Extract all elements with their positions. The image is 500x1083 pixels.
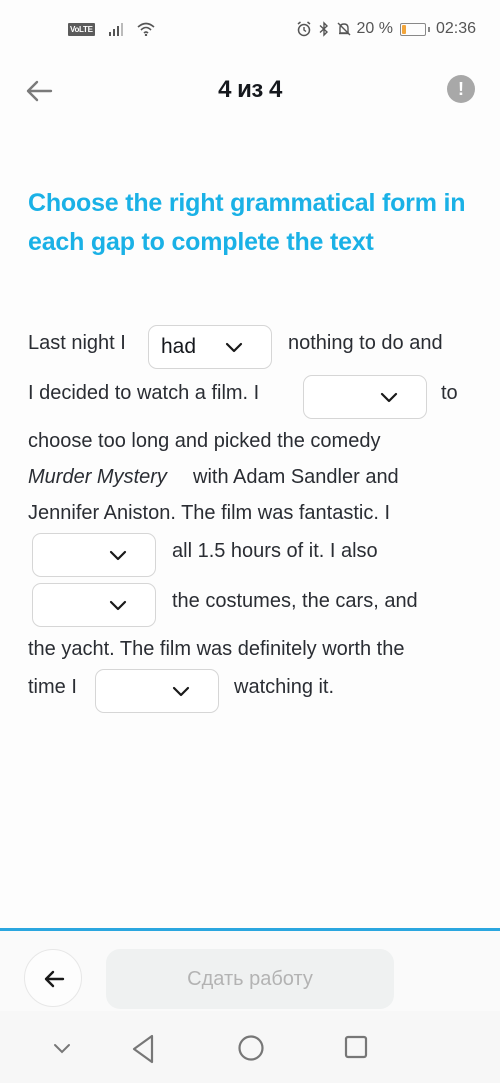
recents-square-icon[interactable] xyxy=(343,1034,369,1060)
gap-fill-passage: Last night I had nothing to do and I dec… xyxy=(0,0,500,900)
passage-text-italic: Murder Mystery xyxy=(28,465,167,489)
passage-text: Jennifer Aniston. The film was fantastic… xyxy=(28,502,391,524)
passage-text: time I xyxy=(28,676,77,698)
gap-dropdown-1[interactable]: had xyxy=(148,325,272,369)
chevron-down-icon xyxy=(225,342,243,353)
passage-text: the yacht. The film was definitely worth… xyxy=(28,638,405,660)
passage-text: to xyxy=(441,382,458,404)
gap-dropdown-5[interactable] xyxy=(95,669,219,713)
passage-text: the costumes, the cars, and xyxy=(172,590,418,612)
chevron-down-icon xyxy=(380,392,398,403)
passage-text: choose too long and picked the comedy xyxy=(28,430,381,452)
film-title: Murder Mystery xyxy=(28,466,167,488)
back-triangle-icon[interactable] xyxy=(130,1033,156,1065)
passage-text: I decided to watch a film. I xyxy=(28,382,260,404)
home-circle-icon[interactable] xyxy=(236,1033,266,1063)
gap-dropdown-3[interactable] xyxy=(32,533,156,577)
previous-button[interactable] xyxy=(24,949,82,1007)
gap-dropdown-4[interactable] xyxy=(32,583,156,627)
arrow-left-icon xyxy=(44,970,65,988)
chevron-down-icon xyxy=(109,550,127,561)
gap-dropdown-2[interactable] xyxy=(303,375,427,419)
submit-work-button[interactable]: Сдать работу xyxy=(106,949,394,1009)
bottom-action-bar: Сдать работу xyxy=(0,931,500,1011)
chevron-down-icon[interactable] xyxy=(52,1043,72,1055)
passage-text: all 1.5 hours of it. I also xyxy=(172,540,378,562)
chevron-down-icon xyxy=(172,686,190,697)
system-navigation-bar xyxy=(0,1011,500,1083)
passage-text: Last night I xyxy=(28,332,126,354)
gap-dropdown-value: had xyxy=(161,335,197,358)
passage-text: with Adam Sandler and xyxy=(193,466,399,488)
passage-text: nothing to do and xyxy=(288,332,443,354)
passage-text: watching it. xyxy=(234,676,335,698)
chevron-down-icon xyxy=(109,600,127,611)
